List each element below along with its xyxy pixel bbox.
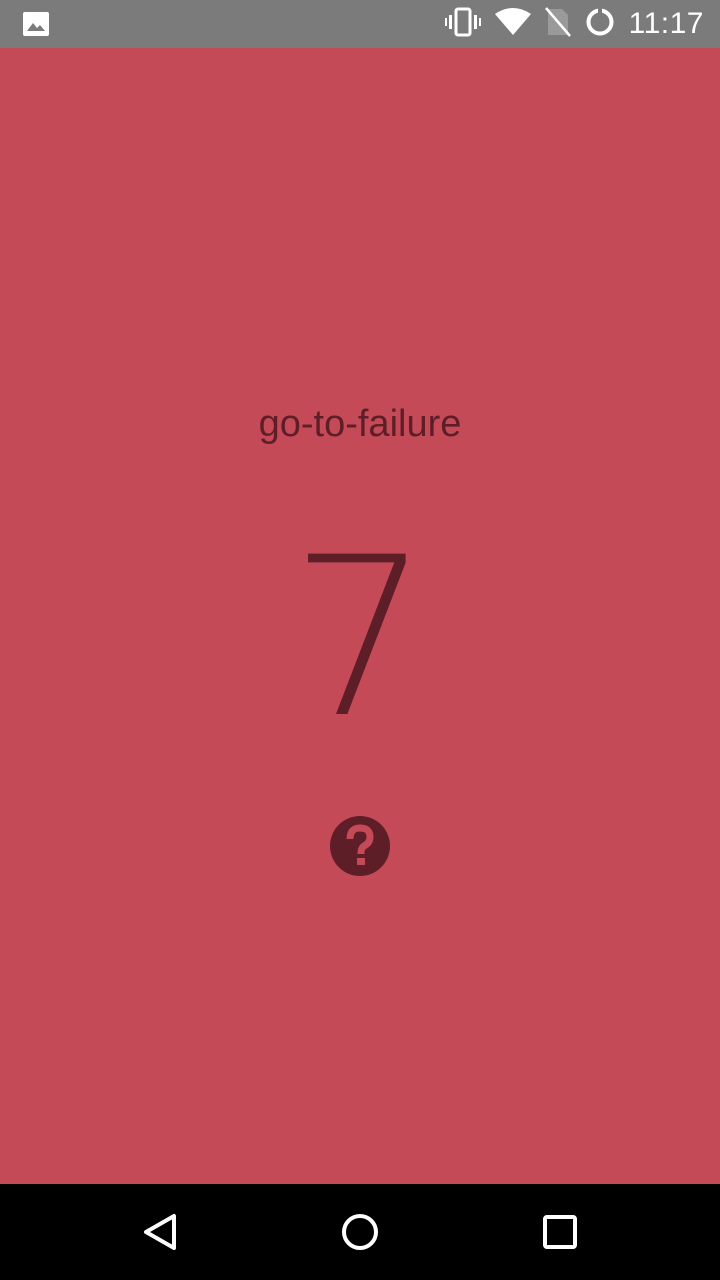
help-circle-icon	[330, 816, 390, 876]
sync-icon	[585, 7, 615, 41]
status-bar: 11:17	[0, 0, 720, 48]
image-notification-icon	[22, 11, 50, 37]
mode-label: go-to-failure	[258, 403, 462, 445]
app-screen: 11:17 go-to-failure 7	[0, 0, 720, 1280]
recents-button[interactable]	[532, 1204, 588, 1260]
back-button[interactable]	[132, 1204, 188, 1260]
vibrate-icon	[444, 7, 481, 41]
no-sim-icon	[544, 7, 571, 41]
status-time: 11:17	[628, 7, 704, 40]
recents-icon	[543, 1215, 577, 1249]
rep-count: 7	[290, 510, 430, 766]
back-icon	[144, 1214, 176, 1250]
help-button[interactable]	[328, 814, 392, 878]
navigation-bar	[0, 1184, 720, 1280]
home-button[interactable]	[332, 1204, 388, 1260]
main-content: go-to-failure 7	[0, 48, 720, 1184]
home-icon	[342, 1214, 378, 1250]
status-icons: 11:17	[444, 0, 704, 48]
wifi-icon	[494, 8, 531, 40]
